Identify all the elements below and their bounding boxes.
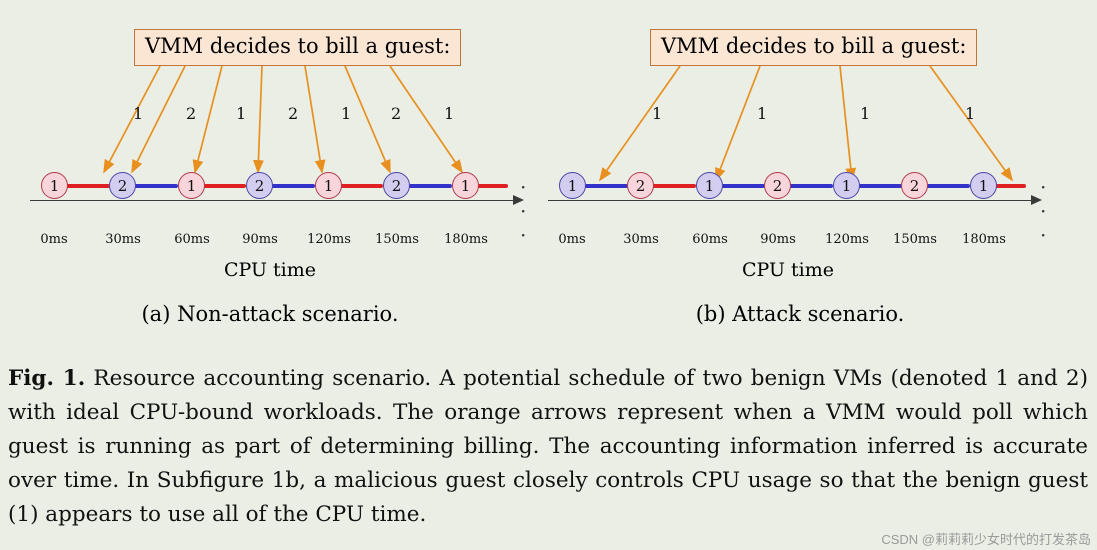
node-b-6: 1	[970, 172, 997, 199]
node-b-3: 2	[764, 172, 791, 199]
segment-b-4	[858, 184, 902, 188]
node-b-5-label: 2	[909, 176, 920, 195]
node-b-6-label: 1	[978, 176, 989, 195]
segment-b-2	[721, 184, 765, 188]
tick-b-4: 120ms	[825, 232, 869, 247]
tick-b-1: 30ms	[623, 232, 659, 247]
tick-b-5: 150ms	[893, 232, 937, 247]
node-b-2-label: 1	[704, 176, 715, 195]
arrow-count-b-3: 1	[965, 104, 976, 123]
segment-b-6	[994, 184, 1026, 188]
tick-b-3: 90ms	[760, 232, 796, 247]
ellipsis-b: · · ·	[1040, 175, 1050, 247]
segment-b-1	[652, 184, 696, 188]
figure-caption: Fig. 1. Resource accounting scenario. A …	[8, 362, 1088, 532]
subfigure-caption-b: (b) Attack scenario.	[695, 302, 905, 326]
node-b-1: 2	[627, 172, 654, 199]
node-b-4: 1	[833, 172, 860, 199]
tick-b-6: 180ms	[962, 232, 1006, 247]
subfigure-caption-a: (a) Non-attack scenario.	[141, 302, 399, 326]
arrow-group-b	[599, 65, 1013, 182]
segment-b-5	[926, 184, 970, 188]
figure-caption-label: Fig. 1.	[8, 366, 86, 391]
figure-caption-text: Resource accounting scenario. A potentia…	[8, 366, 1088, 527]
segment-b-0	[584, 184, 628, 188]
node-b-4-label: 1	[841, 176, 852, 195]
tick-b-2: 60ms	[692, 232, 728, 247]
cpu-time-label-b: CPU time	[741, 259, 834, 281]
watermark: CSDN @莉莉莉少女时代的打发茶岛	[881, 532, 1091, 547]
node-b-5: 2	[901, 172, 928, 199]
time-axis-b	[548, 200, 1033, 201]
arrow-count-b-1: 1	[757, 104, 768, 123]
cpu-time-label-a: CPU time	[223, 259, 316, 281]
arrow-count-b-0: 1	[652, 104, 663, 123]
segment-b-3	[789, 184, 833, 188]
arrow-count-b-2: 1	[860, 104, 871, 123]
node-b-0-label: 1	[567, 176, 578, 195]
node-b-0: 1	[559, 172, 586, 199]
tick-b-0: 0ms	[558, 232, 586, 247]
node-b-3-label: 2	[772, 176, 783, 195]
node-b-1-label: 2	[635, 176, 646, 195]
node-b-2: 1	[696, 172, 723, 199]
